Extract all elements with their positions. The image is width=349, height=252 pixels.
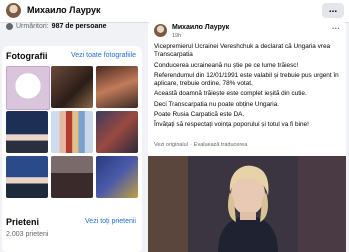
see-original-link[interactable]: Vezi originalul <box>154 142 188 148</box>
post-line: Această doamnă trăiește este complet ieș… <box>154 90 307 98</box>
photos-card: Fotografii Vezi toate fotografiile <box>2 46 142 231</box>
post-author-name[interactable]: Михаило Лаурук <box>172 24 229 31</box>
post-more-icon[interactable]: ··· <box>332 24 340 33</box>
post-card: Михаило Лаурук 19h ··· Vicepremierul Ucr… <box>148 20 346 252</box>
see-all-friends-link[interactable]: Vezi toți prietenii <box>85 218 136 225</box>
photo-thumbnail[interactable] <box>96 66 138 108</box>
more-options-button[interactable]: ... <box>322 3 344 18</box>
post-photo[interactable] <box>148 156 346 252</box>
post-line: Conducerea ucraineană nu știe pe ce lume… <box>154 61 299 69</box>
post-line: Vicepremierul Ucrainei Vereshchuk a decl… <box>154 43 331 59</box>
photo-thumbnail[interactable] <box>96 111 138 153</box>
rate-translation-link[interactable]: Evaluează traducerea <box>194 142 248 148</box>
friends-title: Prieteni <box>6 217 40 227</box>
followers-count[interactable]: 987 de persoane <box>52 23 107 30</box>
post-line: Învățați să respectați voința poporului … <box>154 121 309 129</box>
post-line: Referendumul din 12/01/1991 este valabil… <box>154 71 339 88</box>
friends-count: 2.003 prieteni <box>6 231 49 238</box>
followers-info: Urmăritori: 987 de persoane <box>6 23 107 30</box>
post-line: Deci Transcarpatia nu poate obține Ungar… <box>154 100 280 108</box>
photo-thumbnail[interactable] <box>6 111 48 153</box>
left-column: Urmăritori: 987 de persoane Fotografii V… <box>0 22 145 252</box>
post-line: Poate Rusia Carpatică este DA. <box>154 111 245 119</box>
photo-thumbnail[interactable] <box>51 66 93 108</box>
post-text: Vicepremierul Ucrainei Vereshchuk a decl… <box>154 43 342 132</box>
profile-avatar[interactable] <box>6 3 21 18</box>
photo-thumbnail[interactable] <box>96 156 138 198</box>
photo-thumbnail[interactable] <box>51 111 93 153</box>
photo-thumbnail[interactable] <box>6 66 50 110</box>
photo-thumbnail[interactable] <box>51 156 93 198</box>
profile-name[interactable]: Михаило Лаурук <box>27 5 101 15</box>
friends-card: Prieteni Vezi toți prietenii 2.003 priet… <box>2 212 142 252</box>
photos-title: Fotografii <box>6 51 48 61</box>
portrait-image <box>148 156 346 252</box>
followers-icon <box>6 23 13 30</box>
see-all-photos-link[interactable]: Vezi toate fotografiile <box>71 52 136 59</box>
photo-thumbnail[interactable] <box>6 156 48 198</box>
separator: · <box>189 142 192 148</box>
post-timestamp[interactable]: 19h <box>172 33 181 39</box>
post-author-avatar[interactable] <box>154 24 167 37</box>
translation-links: Vezi originalul · Evaluează traducerea <box>154 142 247 148</box>
followers-label: Urmăritori: <box>16 23 49 30</box>
